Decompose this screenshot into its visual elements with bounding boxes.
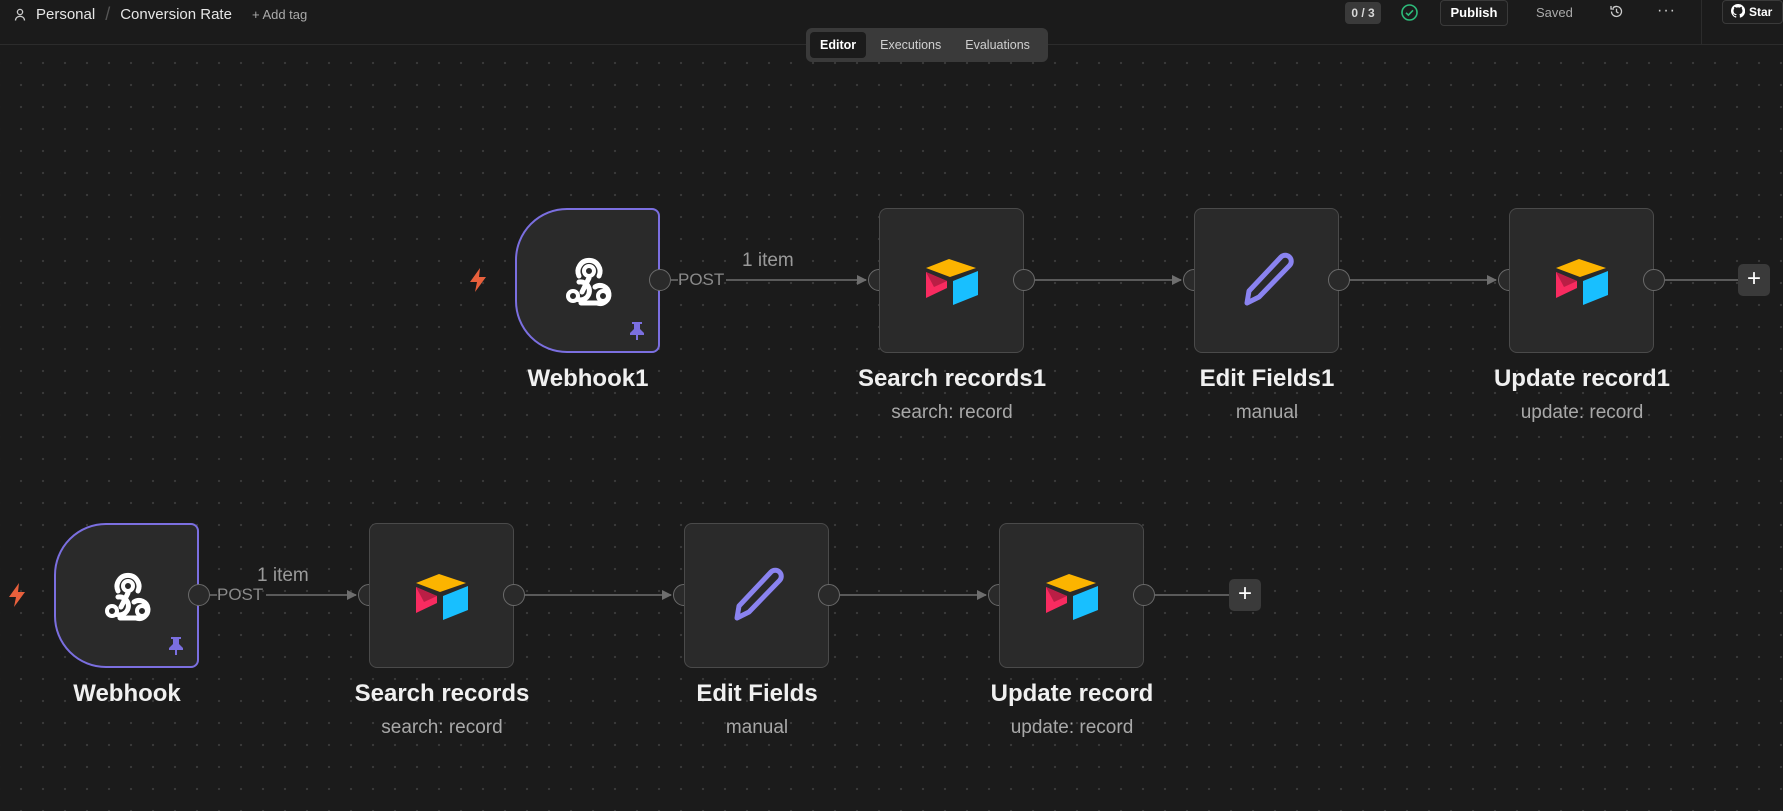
edit-fields-node[interactable]	[684, 523, 829, 668]
node-subtitle: search: record	[891, 402, 1013, 423]
search-records1-node[interactable]	[879, 208, 1024, 353]
airtable-icon	[1552, 251, 1612, 311]
airtable-icon	[412, 566, 472, 626]
method-label: POST	[217, 585, 264, 604]
node-subtitle: update: record	[1010, 717, 1134, 738]
node-title: Update record1	[1493, 365, 1671, 392]
add-node-button[interactable]: +	[1229, 579, 1261, 611]
node-title: Edit Fields1	[1199, 365, 1335, 392]
output-port[interactable]	[503, 584, 525, 606]
output-port[interactable]	[188, 584, 210, 606]
webhook-node[interactable]	[54, 523, 199, 668]
trigger-bolt-icon	[467, 267, 489, 293]
airtable-icon	[1042, 566, 1102, 626]
node-subtitle: manual	[725, 717, 789, 738]
node-title: Edit Fields	[696, 680, 818, 707]
node-subtitle: manual	[1235, 402, 1299, 423]
webhook-icon	[559, 252, 619, 312]
update-record1-node[interactable]	[1509, 208, 1654, 353]
pin-icon[interactable]	[167, 636, 185, 656]
output-port[interactable]	[1013, 269, 1035, 291]
airtable-icon	[922, 251, 982, 311]
output-port[interactable]	[1133, 584, 1155, 606]
update-record-node[interactable]	[999, 523, 1144, 668]
pencil-icon	[727, 566, 787, 626]
node-subtitle: update: record	[1520, 402, 1644, 423]
webhook1-node[interactable]	[515, 208, 660, 353]
edit-fields1-node[interactable]	[1194, 208, 1339, 353]
method-label: POST	[678, 270, 725, 289]
pencil-icon	[1237, 251, 1297, 311]
output-port[interactable]	[649, 269, 671, 291]
node-title: Webhook1	[527, 365, 649, 392]
node-title: Search records1	[857, 365, 1047, 392]
trigger-bolt-icon	[6, 582, 28, 608]
item-count-label: 1 item	[257, 565, 309, 586]
node-subtitle: search: record	[381, 717, 503, 738]
output-port[interactable]	[818, 584, 840, 606]
webhook-icon	[98, 567, 158, 627]
node-title: Webhook	[73, 680, 181, 707]
add-node-button[interactable]: +	[1738, 264, 1770, 296]
output-port[interactable]	[1328, 269, 1350, 291]
output-port[interactable]	[1643, 269, 1665, 291]
item-count-label: 1 item	[742, 250, 794, 271]
pin-icon[interactable]	[628, 321, 646, 341]
node-title: Search records	[354, 680, 530, 707]
node-title: Update record	[990, 680, 1154, 707]
search-records-node[interactable]	[369, 523, 514, 668]
